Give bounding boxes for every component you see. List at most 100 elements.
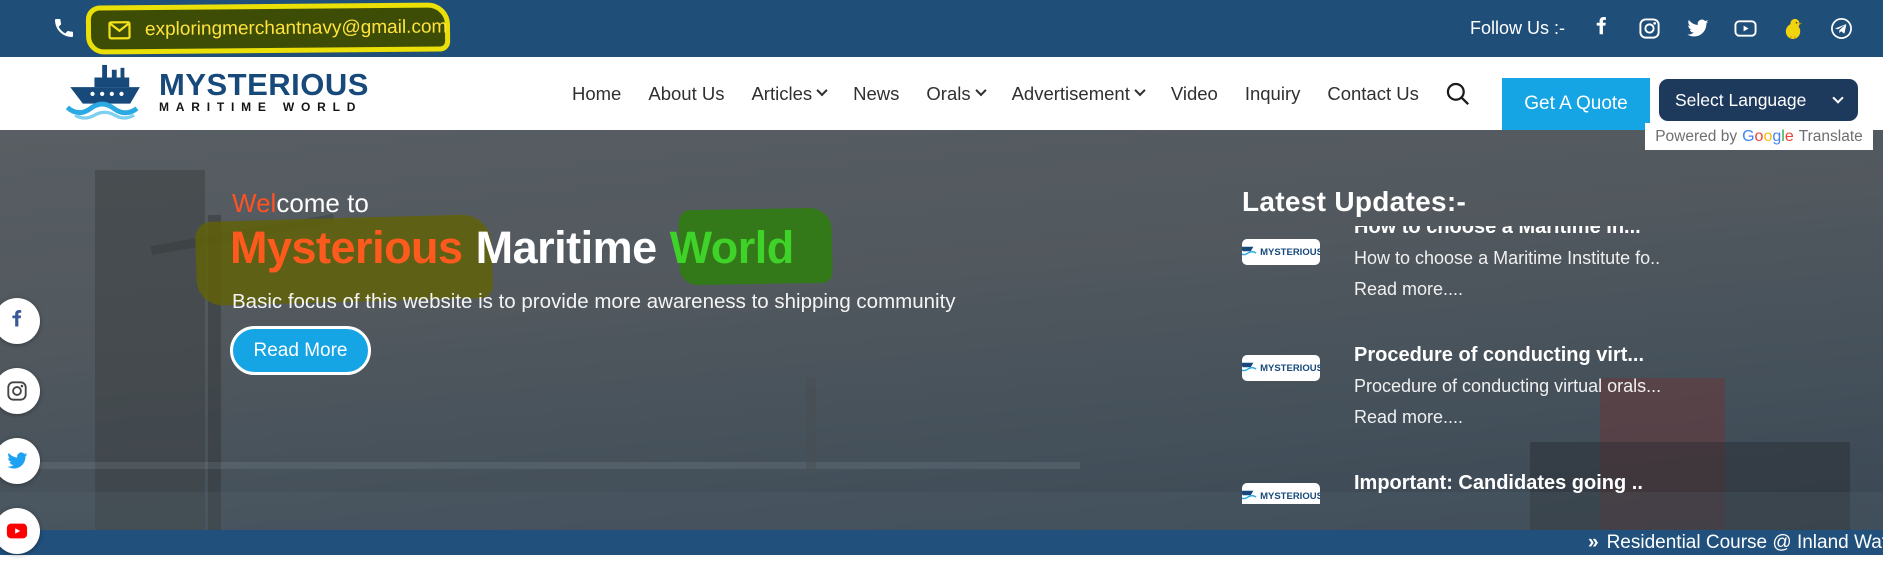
- hero-section: Welcome to Mysterious Maritime World Basic…: [0, 130, 1883, 530]
- mini-ship-icon: [1242, 359, 1257, 377]
- hero-subtitle: Basic focus of this website is to provid…: [232, 290, 956, 314]
- mini-ship-icon: [1242, 487, 1257, 504]
- hero-welcome-line: Welcome to: [232, 188, 369, 219]
- read-more-button[interactable]: Read More: [230, 326, 371, 375]
- email-highlight-annotation: exploringmerchantnavy@gmail.com: [86, 2, 450, 54]
- update-read-more-link[interactable]: Read more....: [1354, 406, 1661, 428]
- social-link-koo[interactable]: [1782, 17, 1805, 40]
- nav-item-orals[interactable]: Orals: [926, 83, 984, 105]
- envelope-icon: [107, 19, 132, 41]
- google-letter: e: [1785, 128, 1794, 145]
- get-a-quote-button[interactable]: Get A Quote: [1502, 78, 1650, 130]
- twitter-icon: [6, 450, 29, 473]
- nav-item-label: About Us: [648, 83, 724, 105]
- update-thumbnail-logo: MYSTERIOUS: [1242, 355, 1320, 381]
- thumbnail-brand-text: MYSTERIOUS: [1260, 247, 1320, 258]
- thumbnail-brand-text: MYSTERIOUS: [1260, 363, 1320, 374]
- select-language-label: Select Language: [1675, 90, 1806, 111]
- powered-by-label: Powered by: [1655, 128, 1737, 146]
- floating-social-rail: [0, 298, 40, 578]
- nav-item-label: Advertisement: [1012, 83, 1130, 105]
- ticker-text: Residential Course @ Inland Wate: [1607, 532, 1883, 554]
- update-title[interactable]: Procedure of conducting virt...: [1354, 342, 1661, 368]
- facebook-icon: [1590, 17, 1613, 40]
- nav-item-articles[interactable]: Articles: [751, 83, 826, 105]
- brand-tagline: MARITIME WORLD: [159, 100, 369, 115]
- latest-updates-list: MYSTERIOUS How to choose a Maritime In...…: [1242, 226, 1842, 504]
- phone-icon[interactable]: [52, 16, 76, 40]
- update-thumbnail-logo: MYSTERIOUS: [1242, 239, 1320, 265]
- nav-item-label: Video: [1171, 83, 1218, 105]
- update-read-more-link[interactable]: Read more....: [1354, 278, 1660, 300]
- nav-item-label: Articles: [751, 83, 812, 105]
- double-chevron-icon: »: [1588, 532, 1599, 554]
- update-title[interactable]: Important: Candidates going ..: [1354, 470, 1643, 496]
- floating-social-instagram[interactable]: [0, 368, 40, 414]
- nav-menu: Home About Us Articles News Orals Advertiseme…: [572, 57, 1419, 130]
- telegram-icon: [1830, 17, 1853, 40]
- site-logo[interactable]: MYSTERIOUS MARITIME WORLD: [62, 63, 369, 121]
- nav-item-label: News: [853, 83, 899, 105]
- select-language-dropdown[interactable]: Select Language: [1659, 79, 1858, 121]
- floating-social-twitter[interactable]: [0, 438, 40, 484]
- main-navbar: MYSTERIOUS MARITIME WORLD Home About Us Ar…: [0, 57, 1883, 130]
- email-link[interactable]: exploringmerchantnavy@gmail.com: [145, 16, 447, 41]
- search-icon[interactable]: [1444, 80, 1471, 107]
- floating-social-facebook[interactable]: [0, 298, 40, 344]
- hero-title-word: World: [670, 222, 794, 273]
- top-bar: exploringmerchantnavy@gmail.com Follow U…: [0, 0, 1883, 57]
- update-description: Procedure of conducting virtual orals...: [1354, 374, 1661, 398]
- nav-item-label: Home: [572, 83, 621, 105]
- update-title[interactable]: How to choose a Maritime In...: [1354, 226, 1660, 240]
- social-link-facebook[interactable]: [1590, 17, 1613, 40]
- thumbnail-brand-text: MYSTERIOUS: [1260, 491, 1320, 502]
- nav-item-video[interactable]: Video: [1171, 83, 1218, 105]
- mini-ship-icon: [1242, 243, 1257, 261]
- koo-icon: [1782, 17, 1805, 40]
- topbar-social-area: Follow Us :-: [1470, 0, 1853, 57]
- nav-item-advertisement[interactable]: Advertisement: [1012, 83, 1144, 105]
- social-link-instagram[interactable]: [1638, 17, 1661, 40]
- nav-item-contact-us[interactable]: Contact Us: [1327, 83, 1419, 105]
- chevron-down-icon: [1134, 84, 1145, 95]
- follow-us-label: Follow Us :-: [1470, 18, 1565, 39]
- update-text-column: Important: Candidates going ..: [1354, 470, 1643, 504]
- google-letter: G: [1742, 128, 1754, 145]
- translate-label: Translate: [1799, 128, 1863, 146]
- social-link-youtube[interactable]: [1734, 17, 1757, 40]
- facebook-icon: [6, 310, 29, 333]
- latest-updates-panel: Latest Updates:- MYSTERIOUSHow to choose…: [1242, 186, 1842, 504]
- hero-title-word: Maritime: [476, 222, 657, 273]
- google-letter: o: [1763, 128, 1772, 145]
- nav-item-label: Orals: [926, 83, 970, 105]
- update-text-column: Procedure of conducting virt... Procedure…: [1354, 342, 1661, 428]
- ticker-link[interactable]: » Residential Course @ Inland Wate: [1588, 530, 1883, 555]
- brand-title: MYSTERIOUS: [159, 69, 369, 100]
- welcome-accent-text: Wel: [232, 188, 276, 218]
- instagram-icon: [1638, 17, 1661, 40]
- nav-item-home[interactable]: Home: [572, 83, 621, 105]
- twitter-icon: [1686, 17, 1709, 40]
- nav-item-about-us[interactable]: About Us: [648, 83, 724, 105]
- update-text-column: How to choose a Maritime In...How to cho…: [1354, 226, 1660, 300]
- update-item: MYSTERIOUS How to choose a Maritime In...…: [1242, 226, 1842, 300]
- floating-social-youtube[interactable]: [0, 508, 40, 554]
- google-translate-attribution: Powered by Google Translate: [1645, 123, 1873, 150]
- hero-title-word: Mysterious: [230, 222, 463, 273]
- hero-title: Mysterious Maritime World: [230, 222, 807, 274]
- google-letter: g: [1772, 128, 1781, 145]
- chevron-down-icon: [816, 84, 827, 95]
- social-icon-list: [1590, 17, 1853, 40]
- nav-item-label: Contact Us: [1327, 83, 1419, 105]
- social-link-telegram[interactable]: [1830, 17, 1853, 40]
- youtube-fill-icon: [6, 520, 29, 543]
- social-link-twitter[interactable]: [1686, 17, 1709, 40]
- news-ticker-bar: » Residential Course @ Inland Wate: [0, 530, 1883, 555]
- google-logo: Google: [1742, 128, 1794, 146]
- update-item: MYSTERIOUS Important: Candidates going ..: [1242, 470, 1842, 504]
- nav-item-label: Inquiry: [1245, 83, 1301, 105]
- update-item: MYSTERIOUS Procedure of conducting virt..…: [1242, 342, 1842, 428]
- ship-logo-icon: [62, 63, 152, 121]
- nav-item-inquiry[interactable]: Inquiry: [1245, 83, 1301, 105]
- nav-item-news[interactable]: News: [853, 83, 899, 105]
